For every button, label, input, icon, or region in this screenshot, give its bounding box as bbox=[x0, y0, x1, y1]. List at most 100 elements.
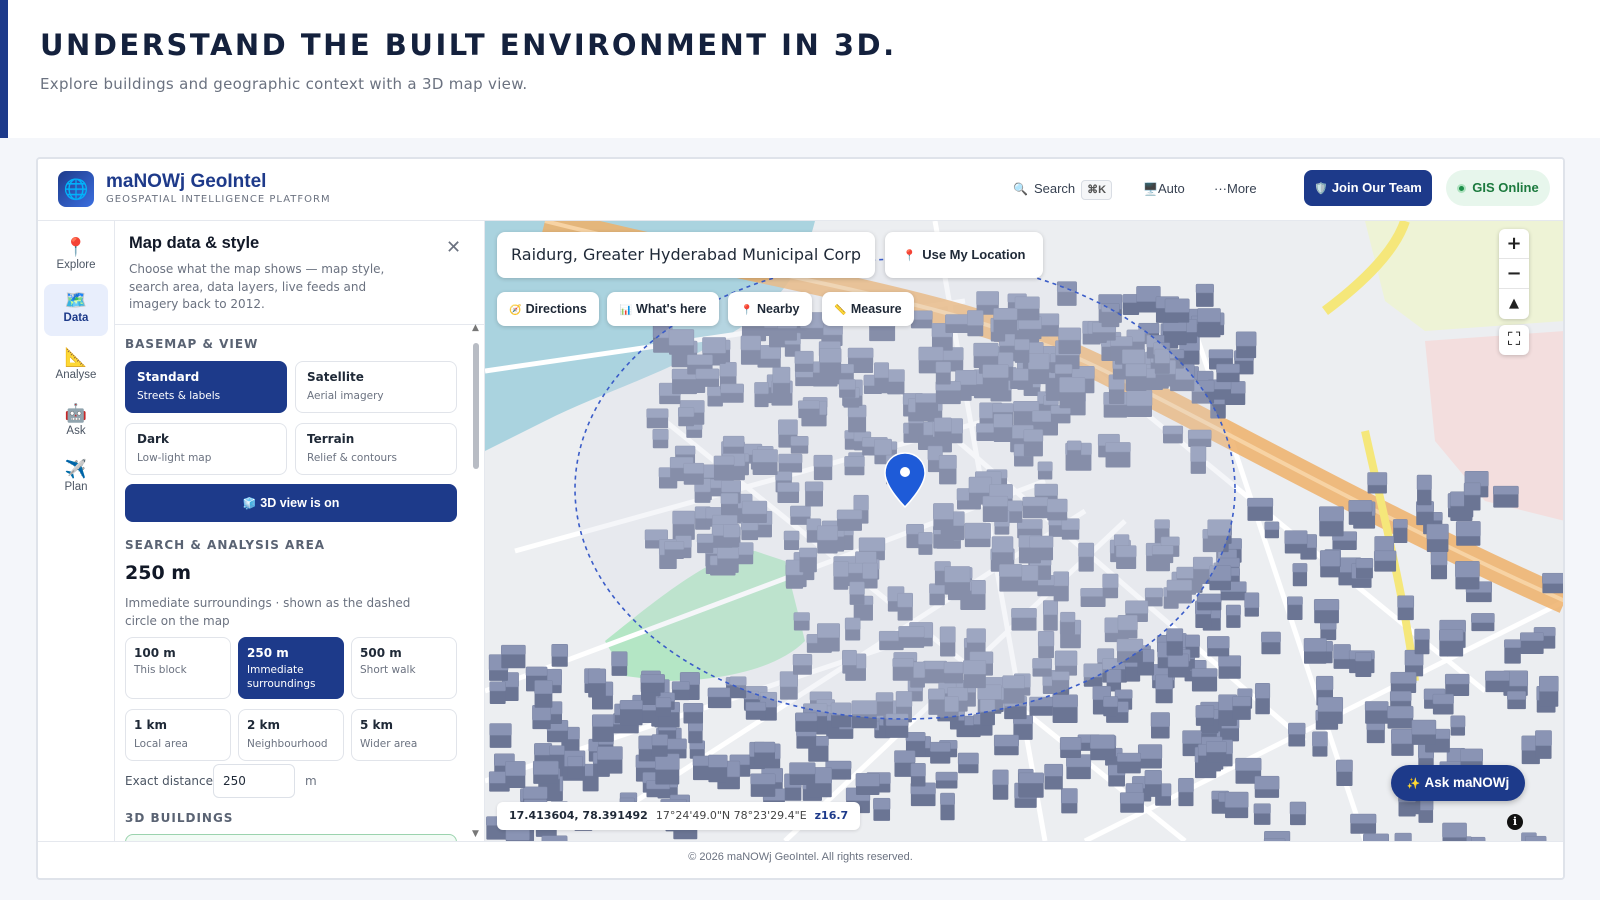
scroll-down-icon[interactable]: ▼ bbox=[472, 829, 479, 839]
building-roof bbox=[1018, 772, 1044, 784]
building-roof bbox=[489, 723, 512, 736]
building-roof bbox=[1235, 331, 1257, 347]
ask-assistant-button[interactable]: ✨ Ask maNOWj bbox=[1391, 765, 1525, 801]
info-icon[interactable]: i bbox=[1507, 814, 1523, 830]
search-shortcut: ⌘K bbox=[1081, 180, 1113, 200]
building-roof bbox=[1520, 632, 1544, 642]
nearby-chip[interactable]: 📍 Nearby bbox=[728, 292, 812, 326]
building-roof bbox=[1106, 669, 1122, 683]
map-view[interactable]: 📍 Use My Location 🧭Directions 📊What's her… bbox=[485, 221, 1563, 841]
buildings-toggle-card[interactable] bbox=[125, 834, 457, 841]
building-roof bbox=[1391, 728, 1414, 745]
building-roof bbox=[910, 763, 926, 777]
fullscreen-icon[interactable]: ⛶ bbox=[1499, 325, 1529, 355]
zoom-out-icon[interactable]: − bbox=[1499, 259, 1529, 289]
join-team-button[interactable]: 🛡️ Join Our Team bbox=[1304, 170, 1432, 206]
building-roof bbox=[1289, 801, 1307, 815]
building-roof bbox=[1195, 283, 1214, 294]
building-roof bbox=[1261, 631, 1281, 643]
distance-option-1km[interactable]: 1 km Local area bbox=[125, 709, 231, 761]
building-roof bbox=[1216, 363, 1240, 374]
building-roof bbox=[611, 651, 628, 667]
directions-chip[interactable]: 🧭 Directions bbox=[497, 292, 599, 326]
my-location-label: Use My Location bbox=[922, 247, 1026, 262]
building-roof bbox=[1164, 298, 1190, 313]
building-roof bbox=[1463, 482, 1481, 496]
rail-item-analyse[interactable]: 📐 Analyse bbox=[44, 341, 108, 393]
measure-chip[interactable]: 📏 Measure bbox=[822, 292, 914, 326]
gis-status-label: GIS Online bbox=[1472, 180, 1539, 195]
basemap-option-dark[interactable]: Dark Low-light map bbox=[125, 423, 287, 475]
building-roof bbox=[1432, 693, 1454, 705]
map-icon: 🗺️ bbox=[64, 290, 88, 310]
distance-option-250m[interactable]: 250 m Immediate surroundings bbox=[238, 637, 344, 699]
option-subtitle: Local area bbox=[134, 738, 188, 750]
building-roof bbox=[1208, 349, 1234, 359]
building-roof bbox=[1442, 822, 1467, 838]
building-roof bbox=[522, 786, 548, 800]
building-roof bbox=[1150, 712, 1170, 728]
building-roof bbox=[1191, 668, 1218, 678]
3d-view-label: 3D view is on bbox=[260, 496, 340, 510]
location-search-input[interactable] bbox=[497, 232, 875, 278]
building-roof bbox=[597, 746, 623, 760]
building-roof bbox=[1206, 741, 1227, 753]
scroll-up-icon[interactable]: ▲ bbox=[472, 323, 479, 333]
zoom-level: z16.7 bbox=[814, 809, 849, 822]
hero-accent-bar bbox=[0, 0, 8, 138]
basemap-option-standard[interactable]: Standard Streets & labels bbox=[125, 361, 287, 413]
basemap-option-satellite[interactable]: Satellite Aerial imagery bbox=[295, 361, 457, 413]
rail-item-plan[interactable]: ✈️ Plan bbox=[44, 453, 108, 505]
option-title: Dark bbox=[137, 432, 169, 446]
building-roof bbox=[1394, 832, 1412, 841]
building-roof bbox=[655, 697, 672, 708]
building-roof bbox=[1450, 715, 1466, 728]
3d-view-toggle-button[interactable]: 🧊 3D view is on bbox=[125, 484, 457, 522]
building-roof bbox=[1119, 792, 1145, 804]
building-roof bbox=[1102, 696, 1119, 708]
compass-reset-icon[interactable]: ▲ bbox=[1499, 289, 1529, 319]
building-roof bbox=[1237, 688, 1253, 698]
rail-item-ask[interactable]: 🤖 Ask bbox=[44, 397, 108, 449]
cube-icon: 🧊 bbox=[242, 498, 257, 510]
building-roof bbox=[619, 700, 643, 710]
whats-here-chip[interactable]: 📊 What's here bbox=[607, 292, 719, 326]
globe-icon[interactable]: 🌐 bbox=[58, 171, 94, 207]
chip-label: Nearby bbox=[757, 302, 800, 316]
distance-description: Immediate surroundings · shown as the da… bbox=[125, 596, 411, 628]
building-roof bbox=[1089, 734, 1116, 749]
exact-distance-input[interactable] bbox=[213, 764, 295, 798]
close-icon[interactable]: ✕ bbox=[446, 237, 461, 258]
building-roof bbox=[1455, 521, 1481, 537]
building-roof bbox=[1255, 683, 1271, 699]
basemap-option-terrain[interactable]: Terrain Relief & contours bbox=[295, 423, 457, 475]
brand-name[interactable]: maNOWj GeoIntel bbox=[106, 171, 266, 193]
distance-option-5km[interactable]: 5 km Wider area bbox=[351, 709, 457, 761]
chip-label: Directions bbox=[525, 302, 587, 316]
zoom-in-icon[interactable]: + bbox=[1499, 229, 1529, 259]
building-roof bbox=[707, 687, 732, 698]
theme-toggle[interactable]: 🖥️Auto bbox=[1143, 177, 1185, 201]
search-button[interactable]: 🔍 Search ⌘K bbox=[1013, 177, 1113, 201]
scrollbar-thumb[interactable] bbox=[473, 343, 479, 469]
distance-option-100m[interactable]: 100 m This block bbox=[125, 637, 231, 699]
use-my-location-button[interactable]: 📍 Use My Location bbox=[885, 232, 1043, 278]
option-title: Satellite bbox=[307, 370, 364, 384]
building-roof bbox=[1137, 744, 1163, 759]
distance-option-2km[interactable]: 2 km Neighbourhood bbox=[238, 709, 344, 761]
shield-icon: 🛡️ bbox=[1314, 183, 1328, 195]
coordinate-readout: 17.413604, 78.391492 17°24'49.0"N 78°23'2… bbox=[497, 802, 861, 830]
rail-item-explore[interactable]: 📍 Explore bbox=[44, 231, 108, 283]
building-roof bbox=[1312, 731, 1328, 747]
building-roof bbox=[708, 754, 728, 768]
panel-scrollbar[interactable]: ▲ ▼ bbox=[472, 323, 480, 841]
brand-tagline: GEOSPATIAL INTELLIGENCE PLATFORM bbox=[106, 194, 331, 205]
distance-option-500m[interactable]: 500 m Short walk bbox=[351, 637, 457, 699]
building-roof bbox=[1254, 775, 1280, 790]
building-roof bbox=[1493, 485, 1519, 495]
more-menu-button[interactable]: ···More bbox=[1214, 177, 1257, 201]
building-roof bbox=[489, 681, 506, 692]
option-title: Terrain bbox=[307, 432, 355, 446]
compass-icon: 🧭 bbox=[509, 305, 522, 316]
rail-item-data[interactable]: 🗺️ Data bbox=[44, 284, 108, 336]
